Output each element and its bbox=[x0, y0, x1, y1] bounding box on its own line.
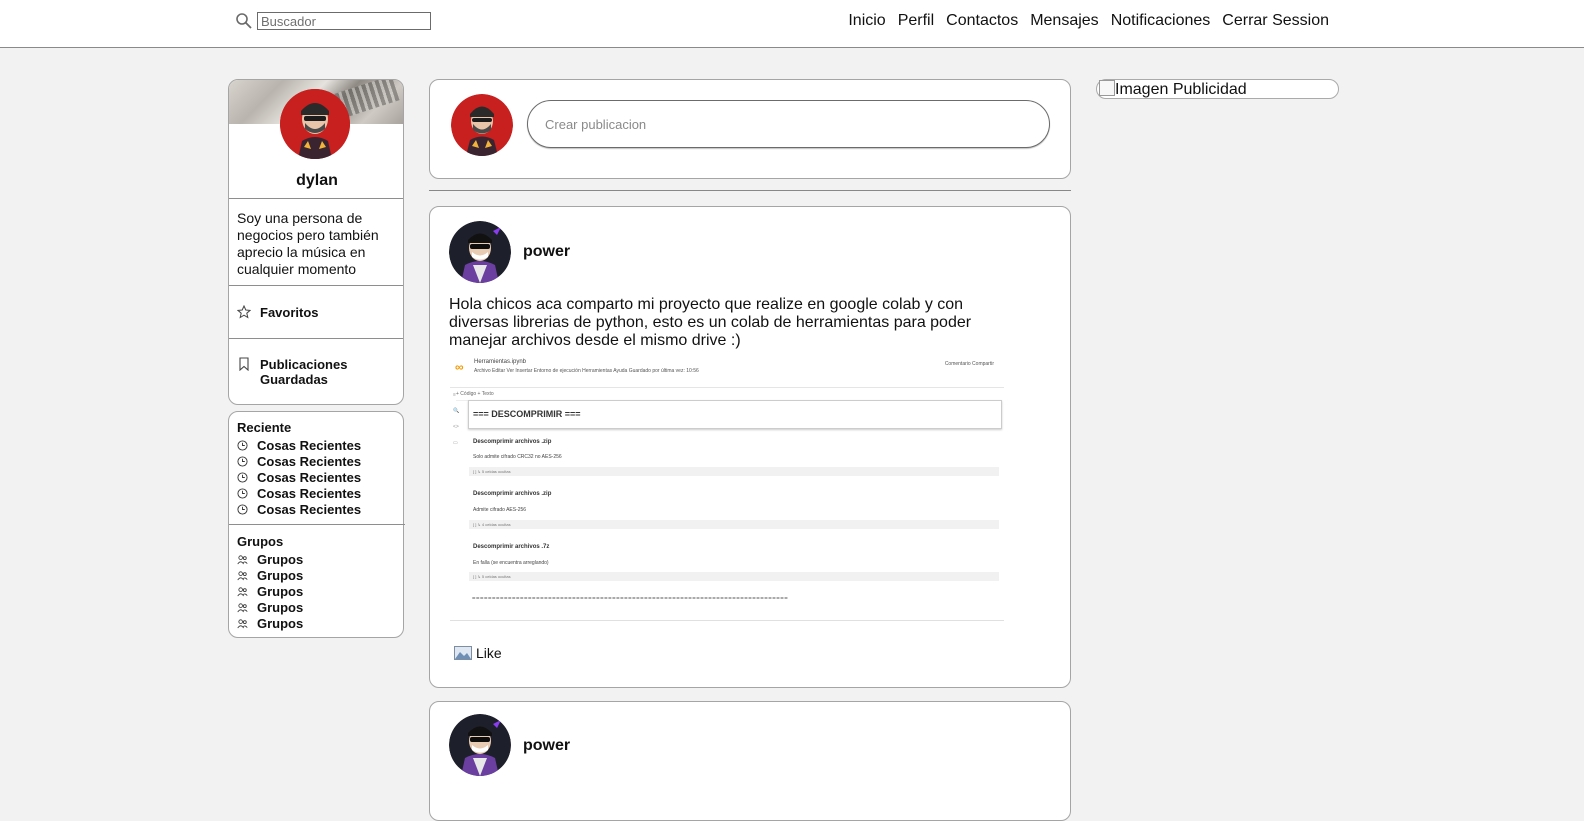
profile-bio: Soy una persona de negocios pero también… bbox=[237, 210, 379, 277]
nav-mensajes[interactable]: Mensajes bbox=[1030, 12, 1098, 30]
list-item-label: Cosas Recientes bbox=[257, 501, 362, 517]
colab-section-title: Descomprimir archivos .7z bbox=[473, 544, 550, 550]
like-label: Like bbox=[476, 645, 502, 661]
nav-inicio[interactable]: Inicio bbox=[848, 12, 885, 30]
main-nav: Inicio Perfil Contactos Mensajes Notific… bbox=[836, 12, 1329, 30]
list-item-label: Grupos bbox=[257, 551, 304, 567]
nav-perfil[interactable]: Perfil bbox=[898, 12, 934, 30]
colab-section-title: Descomprimir archivos .zip bbox=[473, 491, 552, 497]
list-item-label: Grupos bbox=[257, 583, 304, 599]
colab-separator: ========================================… bbox=[472, 596, 789, 602]
post-author-avatar[interactable] bbox=[449, 221, 511, 283]
list-item-label: Grupos bbox=[257, 567, 304, 583]
list-item[interactable]: Cosas Recientes bbox=[237, 437, 361, 453]
nav-notificaciones[interactable]: Notificaciones bbox=[1111, 12, 1211, 30]
colab-share: Comentario Compartir bbox=[944, 361, 994, 367]
like-image-icon bbox=[454, 646, 472, 660]
feed-divider bbox=[429, 190, 1071, 191]
list-item-label: Grupos bbox=[257, 599, 304, 615]
colab-code-cell: [ ] ↳ 5 celdas ocultas bbox=[469, 467, 999, 476]
recent-list: Cosas Recientes Cosas Recientes Cosas Reci… bbox=[237, 437, 361, 517]
post-card: power Hola chicos aca comparto mi proyec… bbox=[429, 206, 1071, 688]
favorites-link[interactable]: Favoritos bbox=[237, 305, 319, 320]
clock-icon bbox=[237, 455, 248, 467]
post-image[interactable]: ∞ Herramientas.ipynb Archivo Editar Ver … bbox=[450, 357, 1004, 621]
colab-code-cell: [ ] ↳ 4 celdas ocultas bbox=[469, 520, 999, 529]
search-bar bbox=[235, 12, 431, 30]
list-item-label: Grupos bbox=[257, 615, 304, 631]
advertisement-alt-text: Imagen Publicidad bbox=[1115, 81, 1247, 98]
list-item[interactable]: Cosas Recientes bbox=[237, 453, 361, 469]
list-item-label: Cosas Recientes bbox=[257, 453, 362, 469]
group-icon bbox=[237, 618, 248, 628]
profile-divider bbox=[229, 198, 403, 199]
group-icon bbox=[237, 554, 248, 564]
post-card: power bbox=[429, 701, 1071, 821]
recent-title: Reciente bbox=[237, 420, 292, 435]
colab-logo-icon: ∞ bbox=[455, 360, 464, 374]
clock-icon bbox=[237, 503, 248, 515]
top-bar: Inicio Perfil Contactos Mensajes Notific… bbox=[0, 0, 1584, 48]
list-item[interactable]: Cosas Recientes bbox=[237, 469, 361, 485]
list-item-label: Cosas Recientes bbox=[257, 485, 362, 501]
favorites-label: Favoritos bbox=[260, 305, 319, 320]
profile-card: dylan Soy una persona de negocios pero t… bbox=[228, 79, 404, 405]
clock-icon bbox=[237, 439, 248, 451]
profile-avatar[interactable] bbox=[280, 89, 350, 159]
like-button[interactable]: Like bbox=[454, 645, 502, 661]
profile-name[interactable]: dylan bbox=[229, 172, 403, 190]
list-item[interactable]: Grupos bbox=[237, 599, 303, 615]
search-input[interactable] bbox=[257, 12, 431, 30]
list-item[interactable]: Grupos bbox=[237, 615, 303, 631]
broken-image-icon bbox=[1099, 80, 1115, 96]
section-divider bbox=[229, 524, 405, 525]
groups-title: Grupos bbox=[237, 534, 284, 549]
advertisement-image[interactable]: Imagen Publicidad bbox=[1096, 79, 1339, 99]
post-author-name[interactable]: power bbox=[523, 243, 570, 261]
post-author-avatar[interactable] bbox=[449, 714, 511, 776]
saved-posts-link[interactable]: Publicaciones Guardadas bbox=[237, 357, 387, 387]
list-item[interactable]: Cosas Recientes bbox=[237, 485, 361, 501]
clock-icon bbox=[237, 487, 248, 499]
colab-gutter: ≡ 🔍 <> ▭ bbox=[453, 392, 460, 446]
create-post-input[interactable] bbox=[527, 100, 1050, 148]
colab-code-cell: [ ] ↳ 5 celdas ocultas bbox=[469, 572, 999, 581]
colab-section-title: Descomprimir archivos .zip bbox=[473, 439, 552, 445]
colab-menu: Archivo Editar Ver Insertar Entorno de e… bbox=[474, 368, 699, 374]
colab-file-name: Herramientas.ipynb bbox=[474, 359, 527, 365]
post-author-name[interactable]: power bbox=[523, 737, 570, 755]
bookmark-icon bbox=[239, 357, 249, 371]
list-item[interactable]: Grupos bbox=[237, 567, 303, 583]
group-icon bbox=[237, 570, 248, 580]
colab-section-note: En falla (se encuentra arreglando) bbox=[473, 560, 549, 566]
profile-divider bbox=[229, 285, 403, 286]
groups-list: Grupos Grupos Grupos Grupos Grupos bbox=[237, 551, 303, 631]
colab-section-note: Admite cifrado AES-256 bbox=[473, 507, 527, 513]
create-post-card bbox=[429, 79, 1071, 179]
post-text: Hola chicos aca comparto mi proyecto que… bbox=[449, 296, 972, 349]
composer-avatar bbox=[451, 94, 513, 156]
group-icon bbox=[237, 602, 248, 612]
nav-cerrar-session[interactable]: Cerrar Session bbox=[1222, 12, 1329, 30]
shortcuts-card: Reciente Cosas Recientes Cosas Recientes C… bbox=[228, 411, 405, 638]
colab-section-note: Solo admite cifrado CRC32 no AES-256 bbox=[473, 454, 562, 460]
list-item[interactable]: Grupos bbox=[237, 583, 303, 599]
group-icon bbox=[237, 586, 248, 596]
star-icon bbox=[237, 305, 251, 319]
list-item[interactable]: Cosas Recientes bbox=[237, 501, 361, 517]
saved-posts-label: Publicaciones Guardadas bbox=[260, 357, 348, 387]
nav-contactos[interactable]: Contactos bbox=[946, 12, 1018, 30]
colab-heading: === DESCOMPRIMIR === bbox=[473, 409, 581, 419]
list-item-label: Cosas Recientes bbox=[257, 469, 362, 485]
search-icon[interactable] bbox=[235, 12, 253, 30]
colab-header: ∞ Herramientas.ipynb Archivo Editar Ver … bbox=[450, 357, 1004, 388]
list-item[interactable]: Grupos bbox=[237, 551, 303, 567]
list-item-label: Cosas Recientes bbox=[257, 437, 362, 453]
profile-divider bbox=[229, 338, 403, 339]
clock-icon bbox=[237, 471, 248, 483]
